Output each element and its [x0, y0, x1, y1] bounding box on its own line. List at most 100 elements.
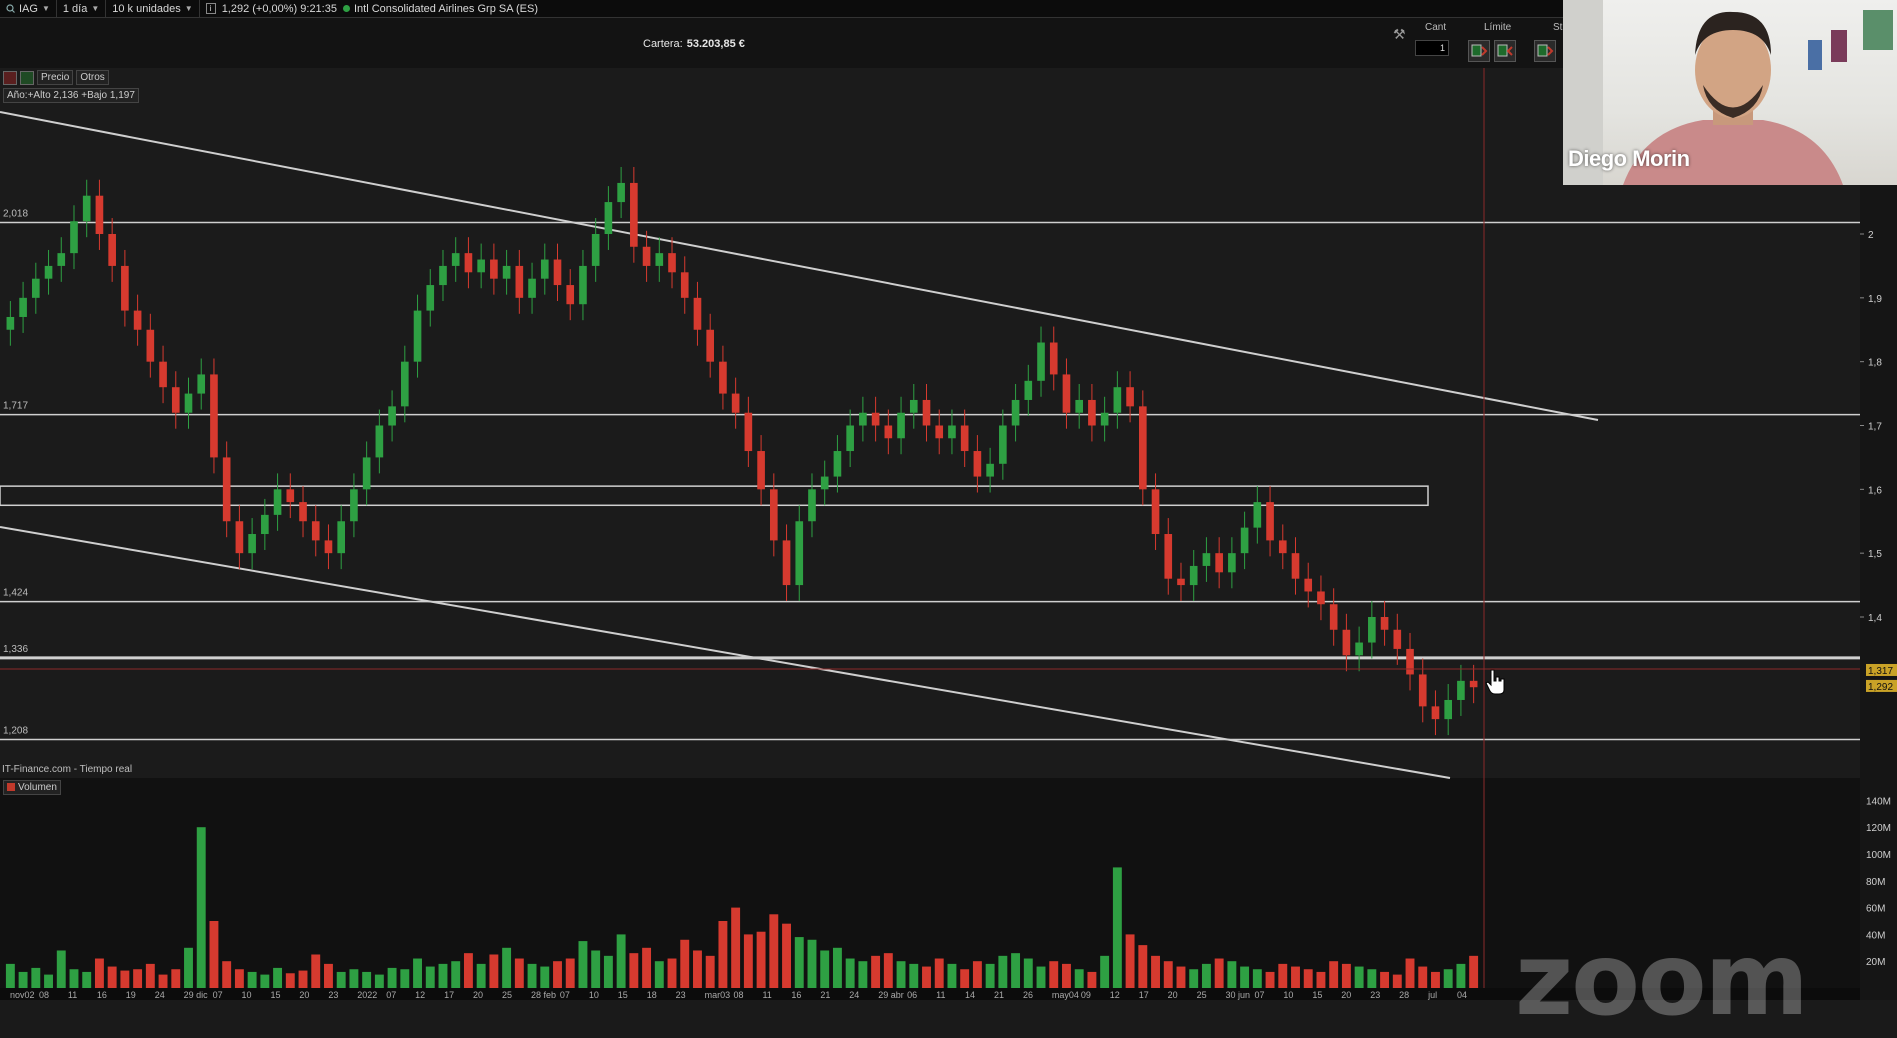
candle-body [1469, 680, 1478, 688]
time-tick-label: 10 [1283, 990, 1293, 1000]
candle-body [1189, 565, 1198, 586]
volume-bar [1392, 974, 1402, 988]
time-tick-label: 20 [299, 990, 309, 1000]
candle-body [859, 412, 867, 426]
volume-bar [1354, 966, 1364, 988]
volume-bar [1036, 966, 1046, 988]
candle-body [121, 265, 129, 311]
candle-body [1406, 648, 1414, 675]
volume-bar [18, 971, 28, 988]
close-chart-icon[interactable] [3, 70, 17, 85]
candle-body [171, 387, 180, 413]
candle-body [1151, 489, 1160, 535]
volume-bar [1151, 955, 1160, 988]
volume-bar [5, 963, 15, 988]
refresh-icon[interactable] [20, 70, 34, 85]
candle-body [19, 297, 27, 317]
candle-body [350, 489, 358, 522]
time-tick-label: 07 [386, 990, 396, 1000]
volume-bar [451, 961, 461, 988]
volume-label[interactable]: Volumen [3, 780, 61, 795]
volume-bar [782, 923, 791, 988]
level-label: 1,336 [3, 644, 28, 655]
volume-bar [1291, 966, 1300, 988]
candle-body [719, 361, 727, 394]
candle-body [579, 265, 587, 305]
volume-bar [260, 974, 270, 988]
candle-body [1317, 591, 1325, 605]
volume-bar [693, 950, 702, 988]
candle-body [146, 329, 155, 362]
volume-bar [324, 963, 333, 988]
time-tick-label: 21 [994, 990, 1004, 1000]
candle-body [311, 521, 320, 541]
time-tick-label: 30 jun [1226, 990, 1251, 1000]
volume-bar [591, 950, 601, 988]
candle-body [324, 540, 333, 554]
volume-bar [629, 953, 639, 988]
time-tick-label: 24 [155, 990, 165, 1000]
volume-bar [527, 963, 537, 988]
candle-body [948, 425, 956, 439]
candle-body [375, 425, 384, 458]
candle-body [1457, 680, 1465, 700]
candle-body [1393, 629, 1402, 649]
candle-body [362, 457, 371, 490]
candle-body [388, 406, 396, 426]
candle-body [540, 259, 549, 279]
price-badge-label: 1,317 [1868, 666, 1893, 677]
candle-body [299, 502, 307, 522]
time-tick-label: 07 [1254, 990, 1264, 1000]
candle-body [273, 489, 282, 515]
candle-body [693, 297, 702, 330]
candle-body [31, 278, 40, 298]
volume-bar [400, 969, 410, 988]
volume-bar [336, 971, 346, 988]
volume-bar [654, 961, 664, 988]
volume-bar [196, 827, 206, 988]
volume-bar [1074, 969, 1084, 988]
volume-tick-label: 80M [1866, 877, 1885, 888]
volume-bar [642, 947, 652, 988]
time-tick-label: 11 [68, 990, 77, 1000]
candle-body [744, 412, 753, 452]
candle-body [337, 521, 346, 554]
volume-bar [222, 961, 232, 988]
time-tick-label: 29 dic [184, 990, 209, 1000]
price-tick-label: 1,8 [1868, 358, 1882, 369]
webcam-overlay: Diego Morin [1563, 0, 1897, 185]
volume-bar [1341, 963, 1351, 988]
volume-bar [44, 974, 53, 988]
time-tick-label: 12 [415, 990, 425, 1000]
volume-bar [565, 958, 575, 988]
price-tick-label: 1,4 [1868, 613, 1882, 624]
candle-body [1113, 387, 1122, 413]
candle-body [70, 221, 78, 254]
time-tick-label: jul [1427, 990, 1437, 1000]
volume-bar [705, 955, 715, 988]
volume-bar [553, 961, 562, 988]
price-tick-label: 1,9 [1868, 294, 1882, 305]
time-tick-label: 15 [1312, 990, 1322, 1000]
time-tick-label: 10 [589, 990, 599, 1000]
candle-body [833, 451, 842, 477]
volume-bar [1367, 969, 1377, 988]
price-button[interactable]: Precio [37, 70, 74, 85]
volume-bar [972, 961, 982, 988]
candle-body [642, 246, 651, 266]
candle-body [973, 451, 982, 477]
volume-bar [603, 955, 613, 988]
volume-bar [1138, 945, 1148, 988]
time-tick-label: nov02 [10, 990, 35, 1000]
candle-body [1444, 699, 1453, 720]
volume-bar [718, 921, 728, 988]
level-label: 1,717 [3, 401, 28, 412]
time-tick-label: 11 [762, 990, 771, 1000]
volume-bar [362, 971, 372, 988]
candle-body [795, 521, 804, 586]
volume-bar [1265, 971, 1275, 988]
others-button[interactable]: Otros [76, 70, 109, 85]
candle-body [1266, 502, 1274, 541]
candle-body [515, 265, 524, 298]
volume-bar [731, 907, 741, 988]
